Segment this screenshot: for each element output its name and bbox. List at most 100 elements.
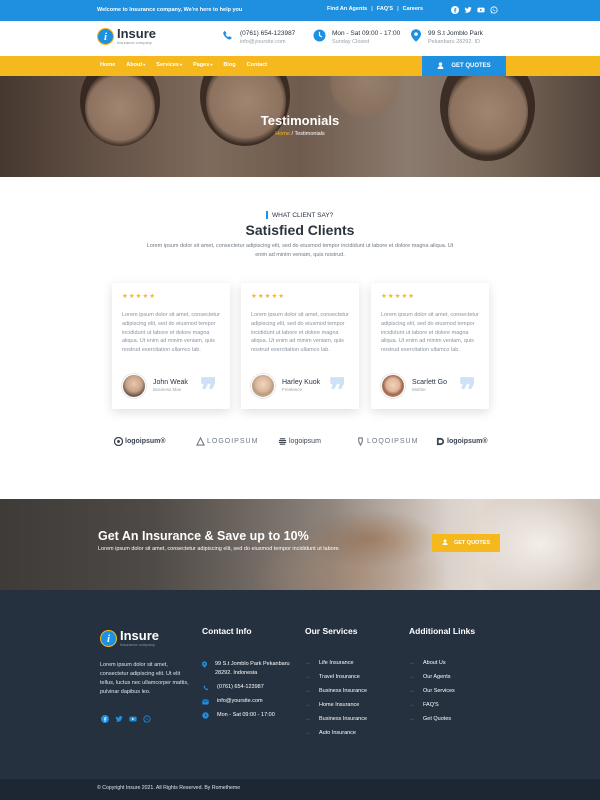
arrow-right-icon: → [305, 716, 311, 722]
youtube-icon[interactable] [129, 710, 137, 728]
nav-item-pages[interactable]: Pages [193, 62, 212, 68]
footer-service-link[interactable]: → Life Insurance [305, 660, 367, 674]
nav-item-contact[interactable]: Contact [247, 62, 267, 68]
rating-stars: ★★★★★ [251, 293, 286, 300]
footer-about-text: Lorem ipsum dolor sit amet, consectetur … [100, 662, 189, 695]
footer-links-title: Additional Links [409, 626, 476, 636]
youtube-icon[interactable] [476, 5, 485, 14]
divider: | [397, 6, 399, 12]
twitter-icon[interactable] [463, 5, 472, 14]
breadcrumb: Home / Testimonials [0, 131, 600, 137]
cta-title: Get An Insurance & Save up to 10% [98, 529, 309, 543]
careers-link[interactable]: Careers [403, 6, 424, 12]
get-quotes-button[interactable]: GET QUOTES [422, 56, 506, 76]
header-hours: Mon - Sat 09:00 - 17:00 [332, 30, 401, 37]
header-address-block: 99 S.t Jomblo Park Pekanbaru 28292. ID [409, 29, 483, 46]
nav-item-blog[interactable]: Blog [223, 62, 235, 68]
nav-item-about[interactable]: About [126, 62, 145, 68]
facebook-icon[interactable] [101, 710, 109, 728]
nav-item-home[interactable]: Home [100, 62, 115, 68]
partner-logo[interactable]: LOQOIPSUM [356, 437, 418, 446]
rating-stars: ★★★★★ [122, 293, 157, 300]
footer-additional-link[interactable]: → About Us [409, 660, 455, 674]
footer-phone[interactable]: (0761) 654-123987 [217, 683, 264, 692]
cta-get-quotes-button[interactable]: GET QUOTES [432, 534, 500, 552]
header-closed: Sunday Closed [332, 39, 370, 45]
clock-icon [202, 711, 209, 720]
footer-service-link[interactable]: → Business Insurance [305, 716, 367, 730]
site-logo[interactable]: i Insure Insurance company [97, 26, 157, 45]
footer-additional-link[interactable]: → Our Services [409, 688, 455, 702]
breadcrumb-home[interactable]: Home [275, 131, 290, 137]
logo-name: Insure [117, 26, 157, 41]
partner-logo-text: LOQOIPSUM [367, 438, 419, 445]
phone-icon [202, 683, 209, 692]
footer-link-label: About Us [423, 660, 446, 666]
avatar [251, 374, 275, 398]
avatar [122, 374, 146, 398]
footer-service-link[interactable]: → Travel Insurance [305, 674, 367, 688]
client-role: Mother [412, 387, 427, 392]
footer-logo[interactable]: i Insure Insurance company [100, 629, 159, 647]
footer-link-label: Home Insurance [319, 702, 360, 708]
partner-logo[interactable]: LOGOIPSUM [196, 437, 258, 446]
partner-logo[interactable]: logoipsum® [436, 437, 488, 446]
footer-additional-link[interactable]: → Get Quotes [409, 716, 455, 730]
footer-email[interactable]: info@yoursite.com [217, 697, 263, 706]
find-agents-link[interactable]: Find An Agents [327, 6, 367, 12]
header-email[interactable]: info@yoursite.com [240, 38, 295, 46]
footer-link-label: Business Insurance [319, 716, 367, 722]
footer-hours: Mon - Sat 09:00 - 17:00 [217, 712, 275, 718]
arrow-right-icon: → [305, 730, 311, 736]
header-phone[interactable]: (0761) 654-123987 [240, 29, 295, 38]
partner-logo[interactable]: logoipsum® [114, 437, 166, 446]
partner-mark-icon [114, 437, 123, 446]
header-phone-block: (0761) 654-123987 info@yoursite.com [221, 29, 295, 46]
partner-logos: logoipsum® LOGOIPSUM logoipsum LOQOIPSUM… [0, 437, 600, 451]
whatsapp-icon[interactable] [143, 710, 151, 728]
footer-contact-item: (0761) 654-123987 [202, 683, 297, 692]
partner-mark-icon [356, 437, 365, 446]
welcome-text: Welcome to Insurance company, We're here… [97, 7, 243, 13]
facebook-icon[interactable] [450, 5, 459, 14]
twitter-icon[interactable] [115, 710, 123, 728]
footer-service-link[interactable]: → Business Insurance [305, 688, 367, 702]
clock-icon [313, 29, 326, 42]
section-eyebrow-text: WHAT CLIENT SAY? [272, 211, 334, 219]
footer-additional-link[interactable]: → Our Agents [409, 674, 455, 688]
footer-additional-link[interactable]: → FAQ'S [409, 702, 455, 716]
footer-link-label: FAQ'S [423, 702, 439, 708]
footer-contact-item: Mon - Sat 09:00 - 17:00 [202, 711, 297, 720]
top-links: Find An Agents | FAQ'S | Careers [327, 6, 423, 12]
client-name: Harley Kuok [282, 379, 321, 386]
footer-link-label: Our Agents [423, 674, 451, 680]
arrow-right-icon: → [305, 660, 311, 666]
partner-logo-text: LOGOIPSUM [207, 438, 259, 445]
partner-logo[interactable]: logoipsum [278, 437, 321, 446]
whatsapp-icon[interactable] [489, 5, 498, 14]
footer-service-link[interactable]: → Home Insurance [305, 702, 367, 716]
testimonial-card: ★★★★★ Lorem ipsum dolor sit amet, consec… [371, 283, 489, 409]
footer-contact-title: Contact Info [202, 626, 252, 636]
section-description: Lorem ipsum dolor sit amet, consectetur … [146, 243, 454, 258]
partner-logo-text: logoipsum® [125, 438, 166, 445]
quote-icon: ❞ [459, 372, 477, 408]
header-city: Pekanbaru 28292. ID [428, 39, 480, 45]
footer-service-link[interactable]: → Auto Insurance [305, 730, 367, 744]
footer-links-list: → About Us → Our Agents → Our Services → FAQ… [409, 660, 455, 730]
section-eyebrow: WHAT CLIENT SAY? [266, 211, 333, 219]
map-pin-icon [202, 660, 207, 669]
site-footer: i Insure Insurance company Lorem ipsum d… [0, 590, 600, 779]
footer-link-label: Travel Insurance [319, 674, 360, 680]
mail-icon [202, 697, 209, 706]
user-icon [442, 539, 448, 547]
logo-tagline: Insurance company [120, 642, 155, 647]
nav-item-services[interactable]: Services [156, 62, 182, 68]
footer-address: 99 S.t Jomblo Park Pekanbaru 28292. Indo… [215, 661, 290, 676]
faqs-link[interactable]: FAQ'S [377, 6, 393, 12]
footer-services-title: Our Services [305, 626, 358, 636]
testimonial-text: Lorem ipsum dolor sit amet, consectetur … [251, 312, 349, 354]
arrow-right-icon: → [305, 688, 311, 694]
client-name: John Weak [153, 379, 188, 386]
footer-link-label: Business Insurance [319, 688, 367, 694]
